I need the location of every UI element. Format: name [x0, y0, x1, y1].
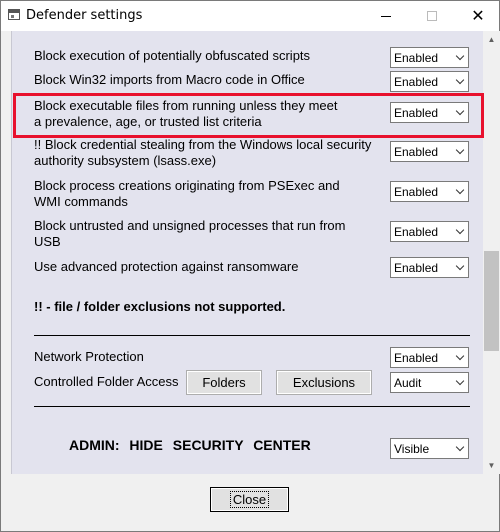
window-title: Defender settings [26, 8, 143, 23]
minimize-button[interactable] [363, 1, 409, 31]
scroll-up-icon[interactable]: ▲ [483, 31, 500, 48]
hide-security-center-label: ADMIN: HIDE SECURITY CENTER [69, 437, 311, 453]
chevron-down-icon [451, 182, 468, 201]
exclusions-button[interactable]: Exclusions [276, 370, 372, 395]
rule-select-lsass-credential[interactable]: Enabled [390, 141, 469, 162]
chevron-down-icon [451, 373, 468, 392]
rule-label-untrusted-usb: Block untrusted and unsigned processes t… [34, 218, 346, 249]
controlled-folder-access-label: Controlled Folder Access [34, 374, 179, 389]
rule-select-ransomware[interactable]: Enabled [390, 257, 469, 278]
settings-window: Defender settings ✕ Block execution of p… [0, 0, 500, 532]
close-button[interactable]: Close [210, 487, 289, 512]
chevron-down-icon [451, 439, 468, 458]
folders-button[interactable]: Folders [186, 370, 262, 395]
hide-security-center-select[interactable]: Visible [390, 438, 469, 459]
rule-label-lsass-credential: !! Block credential stealing from the Wi… [34, 137, 372, 168]
rule-select-psexec-wmi[interactable]: Enabled [390, 181, 469, 202]
app-window-icon [8, 9, 20, 20]
chevron-down-icon [451, 48, 468, 67]
window-close-button[interactable]: ✕ [455, 1, 500, 31]
scroll-thumb[interactable] [484, 251, 499, 351]
rule-select-win32-imports[interactable]: Enabled [390, 71, 469, 92]
rule-select-untrusted-usb[interactable]: Enabled [390, 221, 469, 242]
close-icon: ✕ [471, 6, 485, 25]
chevron-down-icon [451, 142, 468, 161]
highlight-box [13, 93, 484, 138]
controlled-folder-access-select[interactable]: Audit [390, 372, 469, 393]
minimize-icon [381, 15, 391, 17]
network-protection-label: Network Protection [34, 349, 144, 364]
title-bar[interactable]: Defender settings ✕ [1, 1, 499, 31]
rule-label-obfuscated-scripts: Block execution of potentially obfuscate… [34, 48, 311, 63]
chevron-down-icon [451, 348, 468, 367]
exclusions-note: !! - file / folder exclusions not suppor… [34, 299, 286, 314]
chevron-down-icon [451, 258, 468, 277]
scroll-down-icon[interactable]: ▼ [483, 457, 500, 474]
network-protection-select[interactable]: Enabled [390, 347, 469, 368]
chevron-down-icon [451, 222, 468, 241]
separator [34, 406, 470, 407]
rule-label-win32-imports: Block Win32 imports from Macro code in O… [34, 72, 305, 87]
chevron-down-icon [451, 72, 468, 91]
rule-label-psexec-wmi: Block process creations originating from… [34, 178, 340, 209]
separator [34, 335, 470, 336]
maximize-icon [427, 11, 437, 21]
maximize-button [409, 1, 455, 31]
rule-label-ransomware: Use advanced protection against ransomwa… [34, 259, 299, 274]
rule-select-obfuscated-scripts[interactable]: Enabled [390, 47, 469, 68]
vertical-scrollbar[interactable]: ▲ ▼ [483, 31, 500, 474]
